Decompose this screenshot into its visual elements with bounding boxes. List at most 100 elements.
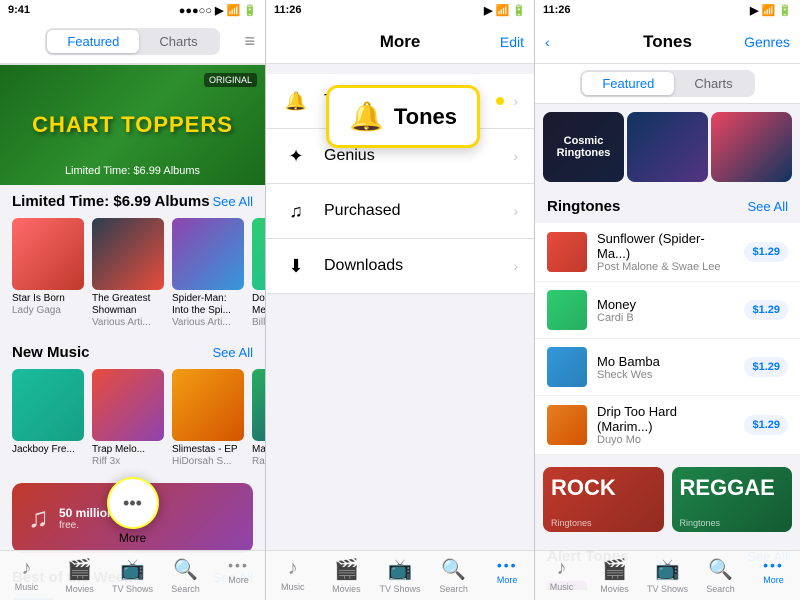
album-item[interactable]: Spider-Man: Into the Spi... Various Arti… [172, 218, 244, 328]
album-title-3: Spider-Man: Into the Spi... [172, 293, 244, 317]
album-artist-4: Billie Eilish [252, 317, 265, 328]
more-icon-p1: ••• [228, 557, 249, 573]
back-button-p3[interactable]: ‹ [545, 34, 550, 50]
tab-more-p1[interactable]: ••• More [212, 557, 265, 585]
tab-music-label-p3: Music [550, 582, 574, 592]
new-music-title: New Music [12, 344, 90, 361]
movies-icon-p3: 🎬 [602, 557, 627, 582]
chart-toppers-banner[interactable]: CHART TOPPERS ORIGINAL Limited Time: $6.… [0, 65, 265, 185]
limited-title: Limited Time: $6.99 Albums [12, 193, 210, 210]
new-music-section-header: New Music See All [0, 336, 265, 365]
tab-music-label-p2: Music [281, 582, 305, 592]
status-bar-p1: 9:41 ●●●○○ ▶ 📶 🔋 [0, 0, 265, 20]
rt-info-3: Mo Bamba Sheck Wes [597, 354, 734, 381]
genre-rock-sub: Ringtones [551, 518, 592, 528]
tab-music-p2[interactable]: ♪ Music [266, 557, 320, 592]
purchased-chevron: › [513, 203, 518, 219]
album-item[interactable]: The Greatest Showman Various Arti... [92, 218, 164, 328]
tab-music-p1[interactable]: ♪ Music [0, 557, 53, 592]
more-row-purchased[interactable]: ♫ Purchased › [266, 184, 534, 239]
tab-tvshows-p2[interactable]: 📺 TV Shows [373, 557, 427, 594]
genre-reggae-label: REGGAE [680, 475, 775, 501]
tab-charts-p3[interactable]: Charts [674, 72, 752, 95]
new-album-item[interactable]: Magnolia Randy Houser [252, 369, 265, 467]
tab-more-p3[interactable]: ••• More [747, 557, 800, 585]
more-row-downloads[interactable]: ⬇ Downloads › [266, 239, 534, 294]
genre-rock-card[interactable]: ROCK Ringtones [543, 467, 664, 532]
music-note-icon: ♫ [28, 502, 49, 534]
tab-bar-p2: ♪ Music 🎬 Movies 📺 TV Shows 🔍 Search •••… [266, 550, 534, 600]
rt-row-3[interactable]: Mo Bamba Sheck Wes $1.29 [535, 339, 800, 396]
tab-search-p2[interactable]: 🔍 Search [427, 557, 481, 594]
tab-tvshows-p1[interactable]: 📺 TV Shows [106, 557, 159, 594]
ringtones-title: Ringtones [547, 198, 620, 215]
rt-artist-2: Cardi B [597, 312, 734, 324]
purchased-icon: ♫ [282, 197, 310, 225]
genius-icon: ✦ [282, 142, 310, 170]
album-item[interactable]: Dont Smile At Me Billie Eilish [252, 218, 265, 328]
rt-title-2: Money [597, 297, 734, 312]
tab-more-label-p2: More [497, 575, 518, 585]
tab-charts-p1[interactable]: Charts [139, 30, 217, 53]
new-artist-4: Randy Houser [252, 456, 265, 467]
tab-movies-p3[interactable]: 🎬 Movies [588, 557, 641, 594]
rt-price-btn-1[interactable]: $1.29 [744, 242, 788, 262]
rt-price-btn-3[interactable]: $1.29 [744, 357, 788, 377]
new-cover-2 [92, 369, 164, 441]
new-album-item[interactable]: Jackboy Fre... [12, 369, 84, 467]
tab-movies-label-p2: Movies [332, 584, 361, 594]
rt-title-1: Sunflower (Spider-Ma...) [597, 231, 734, 261]
genre-reggae-card[interactable]: REGGAE Ringtones [672, 467, 793, 532]
album-item[interactable]: Star Is Born Lady Gaga [12, 218, 84, 328]
panel-more-menu: 11:26 ▶ 📶 🔋 More Edit 🔔 Tones › ✦ Genius… [265, 0, 535, 600]
album-title-4: Dont Smile At Me [252, 293, 265, 317]
tab-movies-label-p1: Movies [65, 584, 94, 594]
tab-movies-p1[interactable]: 🎬 Movies [53, 557, 106, 594]
limited-see-all[interactable]: See All [213, 194, 253, 209]
new-title-4: Magnolia [252, 444, 265, 456]
rt-row-4[interactable]: Drip Too Hard (Marim...) Duyo Mo $1.29 [535, 396, 800, 455]
rt-price-btn-2[interactable]: $1.29 [744, 300, 788, 320]
tab-featured-p3[interactable]: Featured [582, 72, 674, 95]
rt-thumb-1 [547, 232, 587, 272]
tvshows-icon-p1: 📺 [120, 557, 145, 582]
menu-icon-p1[interactable]: ≡ [244, 31, 255, 52]
time-p1: 9:41 [8, 4, 30, 16]
banner-item-2[interactable] [627, 112, 708, 182]
banner-item-1[interactable]: CosmicRingtones [543, 112, 624, 182]
signal-p2: ▶ 📶 🔋 [484, 4, 526, 17]
banner-item-3[interactable] [711, 112, 792, 182]
tab-tvshows-p3[interactable]: 📺 TV Shows [641, 557, 694, 594]
tab-more-label-p3: More [763, 575, 784, 585]
segment-control-p1: Featured Charts [45, 28, 219, 55]
tab-more-p2[interactable]: ••• More [480, 557, 534, 585]
nav-bar-p3: ‹ Tones Genres [535, 20, 800, 64]
tab-tvshows-label-p3: TV Shows [647, 584, 688, 594]
new-title-3: Slimestas - EP [172, 444, 244, 456]
tab-search-p1[interactable]: 🔍 Search [159, 557, 212, 594]
edit-button-p2[interactable]: Edit [500, 34, 524, 50]
tvshows-icon-p2: 📺 [388, 557, 413, 582]
rt-title-3: Mo Bamba [597, 354, 734, 369]
tab-featured-p1[interactable]: Featured [47, 30, 139, 53]
status-bar-p2: 11:26 ▶ 📶 🔋 [266, 0, 534, 20]
tab-music-p3[interactable]: ♪ Music [535, 557, 588, 592]
tvshows-icon-p3: 📺 [655, 557, 680, 582]
rt-title-4: Drip Too Hard (Marim...) [597, 404, 734, 434]
new-album-item[interactable]: Slimestas - EP HiDorsah S... [172, 369, 244, 467]
rt-row-2[interactable]: Money Cardi B $1.29 [535, 282, 800, 339]
new-album-item[interactable]: Trap Melo... Riff 3x [92, 369, 164, 467]
new-music-see-all[interactable]: See All [213, 345, 253, 360]
new-title-1: Jackboy Fre... [12, 444, 84, 456]
album-artist-1: Lady Gaga [12, 305, 84, 316]
genres-button-p3[interactable]: Genres [744, 34, 790, 50]
tab-movies-p2[interactable]: 🎬 Movies [320, 557, 374, 594]
rt-row-1[interactable]: Sunflower (Spider-Ma...) Post Malone & S… [535, 223, 800, 282]
rt-price-btn-4[interactable]: $1.29 [744, 415, 788, 435]
more-circle-button[interactable]: ••• [107, 477, 159, 529]
tab-search-p3[interactable]: 🔍 Search [694, 557, 747, 594]
tab-bar-p1: ♪ Music 🎬 Movies 📺 TV Shows 🔍 Search •••… [0, 550, 265, 600]
ringtones-see-all[interactable]: See All [748, 199, 788, 214]
segment-control-p3: Featured Charts [580, 70, 754, 97]
tones-content: CosmicRingtones Ringtones See All Sunflo… [535, 104, 800, 590]
